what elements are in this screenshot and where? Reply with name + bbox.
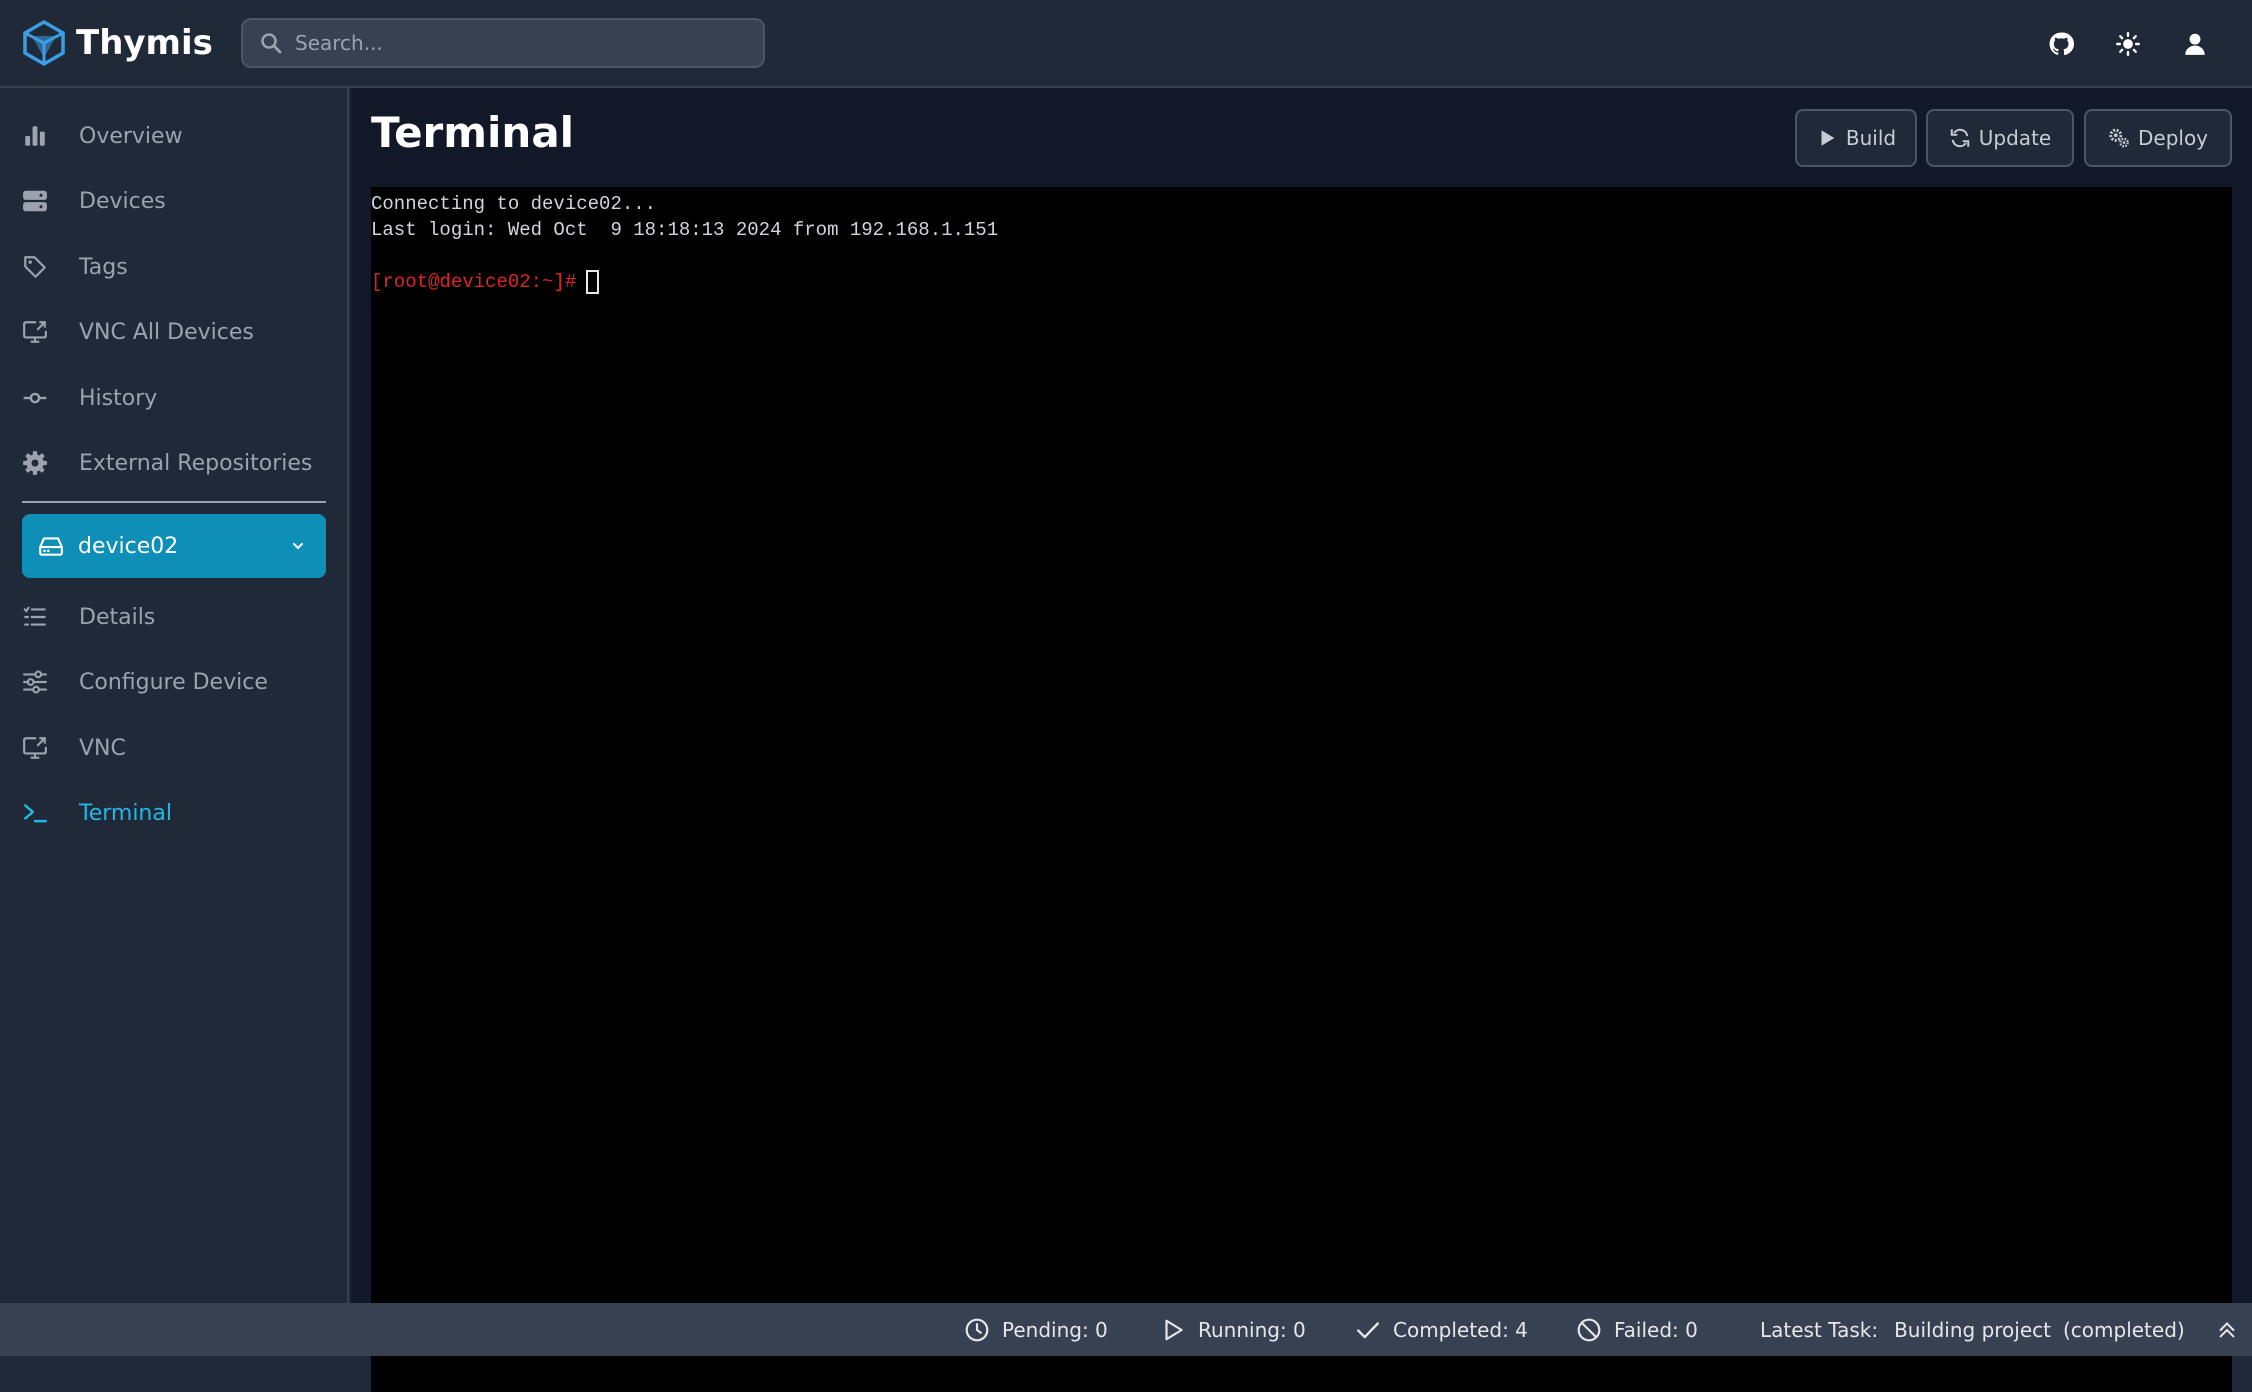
refresh-icon [1950,128,1970,148]
monitor-icon [23,321,47,343]
sidebar-item-devices[interactable]: Devices [22,176,322,226]
top-navbar: Thymis [0,0,2252,88]
search-box[interactable] [241,18,765,68]
deploy-button[interactable]: Deploy [2084,109,2232,167]
task-status-bar[interactable]: Pending: 0 Running: 0 Completed: 4 Faile… [0,1303,2252,1356]
search-input[interactable] [295,23,735,63]
sidebar-item-label: External Repositories [79,450,313,476]
chevron-down-icon [293,543,303,550]
page-title: Terminal [371,108,575,157]
latest-task[interactable]: Latest Task: Building project (completed… [1760,1303,2185,1356]
sidebar-item-label: Tags [79,254,128,280]
failed-label: Failed: 0 [1614,1317,1698,1342]
completed-count: Completed: 4 [1355,1303,1528,1356]
github-button[interactable] [2041,24,2081,64]
sidebar-item-label: Devices [79,188,166,214]
sidebar-item-label: VNC All Devices [79,319,254,345]
thymis-logo-icon [23,19,65,67]
pending-label: Pending: 0 [1002,1317,1108,1342]
hard-drive-icon [39,537,63,556]
sidebar-item-vnc[interactable]: VNC [22,723,322,773]
terminal-line: Connecting to device02... [371,193,657,215]
device-selector[interactable]: device02 [22,514,326,578]
build-button[interactable]: Build [1795,109,1917,167]
terminal-prompt-line: [root@device02:~]# [371,269,2232,295]
sidebar-item-label: History [79,385,158,411]
update-button[interactable]: Update [1926,109,2074,167]
sidebar-item-tags[interactable]: Tags [22,242,322,292]
expand-tasks-button[interactable] [2216,1303,2238,1356]
play-icon [1821,130,1835,146]
latest-task-state: (completed) [2062,1317,2185,1342]
sidebar-item-configure-device[interactable]: Configure Device [22,657,322,707]
terminal-cursor [586,269,600,294]
completed-label: Completed: 4 [1393,1317,1528,1342]
brand[interactable]: Thymis [22,18,213,68]
update-button-label: Update [1978,126,2052,150]
monitor-icon [23,737,47,759]
chevrons-up-icon [2219,1321,2235,1337]
terminal-line: Last login: Wed Oct 9 18:18:13 2024 from… [371,219,999,241]
terminal-prompt: [root@device02:~]# [371,271,577,293]
running-label: Running: 0 [1198,1317,1306,1342]
user-icon [2185,33,2205,55]
deploy-button-label: Deploy [2137,126,2209,150]
sidebar-item-terminal[interactable]: Terminal [22,788,322,838]
sidebar-item-external-repositories[interactable]: External Repositories [22,438,322,488]
pending-count: Pending: 0 [964,1303,1108,1356]
terminal-screen[interactable]: Connecting to device02... Last login: We… [371,187,2232,1392]
failed-count: Failed: 0 [1576,1303,1698,1356]
sidebar-divider [22,501,326,503]
sidebar-item-details[interactable]: Details [22,592,322,642]
sidebar-item-label: Details [79,604,156,630]
play-outline-icon [1165,1319,1183,1340]
sidebar-item-label: Overview [79,123,183,149]
main-content: Terminal Build Update Deploy Connecting … [351,88,2252,1392]
theme-toggle-button[interactable] [2108,24,2148,64]
sun-icon [2115,31,2141,57]
build-button-label: Build [1845,126,1897,150]
ban-icon [1577,1318,1601,1341]
gear-icon [23,451,47,475]
commit-icon [23,392,47,404]
running-count: Running: 0 [1160,1303,1306,1356]
clock-icon [965,1318,989,1341]
latest-task-name: Building project [1894,1317,2051,1342]
check-icon [1357,1321,1379,1338]
sidebar-item-history[interactable]: History [22,373,322,423]
sidebar-item-label: Configure Device [79,669,268,695]
github-icon [2049,32,2074,56]
app-name: Thymis [76,23,213,63]
sidebar-item-vnc-all-devices[interactable]: VNC All Devices [22,307,322,357]
sidebar-item-label: Terminal [79,800,172,826]
sliders-icon [23,670,47,694]
search-icon [261,33,282,54]
list-icon [23,606,46,626]
terminal-icon [24,804,48,823]
sidebar-item-overview[interactable]: Overview [22,111,322,161]
tag-icon [24,256,46,278]
device-name: device02 [78,533,179,559]
sidebar: Overview Devices Tags VNC All Devices Hi… [0,88,349,1303]
server-icon [23,190,47,212]
gears-icon [2109,128,2129,148]
sidebar-item-label: VNC [79,735,126,761]
bar-chart-icon [25,126,45,146]
latest-task-label: Latest Task: [1760,1317,1879,1342]
user-menu-button[interactable] [2175,24,2215,64]
